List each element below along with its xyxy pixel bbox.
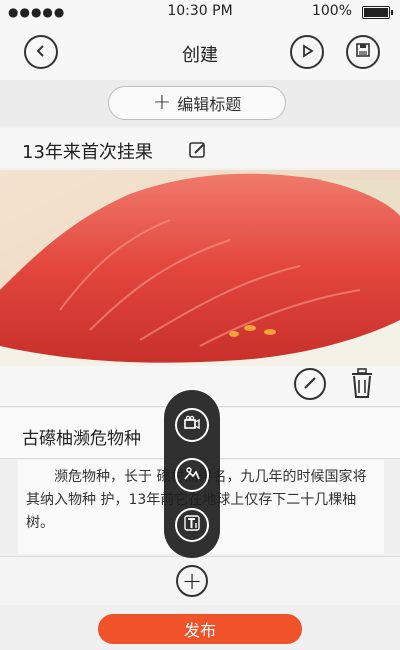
play-icon xyxy=(300,43,314,62)
battery-percent: 100% xyxy=(311,3,352,19)
insert-menu xyxy=(164,390,220,558)
edit-title-label: 编辑标题 xyxy=(177,95,242,114)
add-block-row: + xyxy=(0,556,400,605)
section-heading: 古礤柚濒危物种 xyxy=(22,429,141,449)
status-bar: ●●●●● 10:30 PM 100% xyxy=(0,0,400,24)
insert-text-button[interactable] xyxy=(175,508,209,542)
trash-icon[interactable] xyxy=(348,367,376,403)
title-edit-icon[interactable] xyxy=(188,140,208,164)
add-title-row: + 编辑标题 xyxy=(0,80,400,126)
publish-button[interactable]: 发布 xyxy=(98,614,302,644)
video-icon xyxy=(183,414,201,436)
nav-bar: 创建 xyxy=(0,24,400,81)
battery-icon xyxy=(362,6,393,19)
post-title-row: 13年来首次挂果 xyxy=(0,128,400,168)
add-block-button[interactable]: + xyxy=(176,565,208,597)
edit-image-button[interactable] xyxy=(294,368,326,400)
edit-title-button[interactable]: + 编辑标题 xyxy=(108,86,286,120)
post-image xyxy=(0,170,400,366)
post-title: 13年来首次挂果 xyxy=(22,142,153,163)
page-title: 创建 xyxy=(182,45,218,66)
insert-video-button[interactable] xyxy=(175,408,209,442)
save-icon xyxy=(355,42,371,62)
preview-button[interactable] xyxy=(290,35,324,69)
image-icon xyxy=(183,464,201,486)
insert-image-button[interactable] xyxy=(175,458,209,492)
plus-icon: + xyxy=(152,90,172,115)
save-button[interactable] xyxy=(346,35,380,69)
text-icon xyxy=(183,514,201,536)
pencil-icon xyxy=(303,375,317,394)
bottom-bar: 发布 xyxy=(0,606,400,650)
plus-icon: + xyxy=(181,567,203,595)
